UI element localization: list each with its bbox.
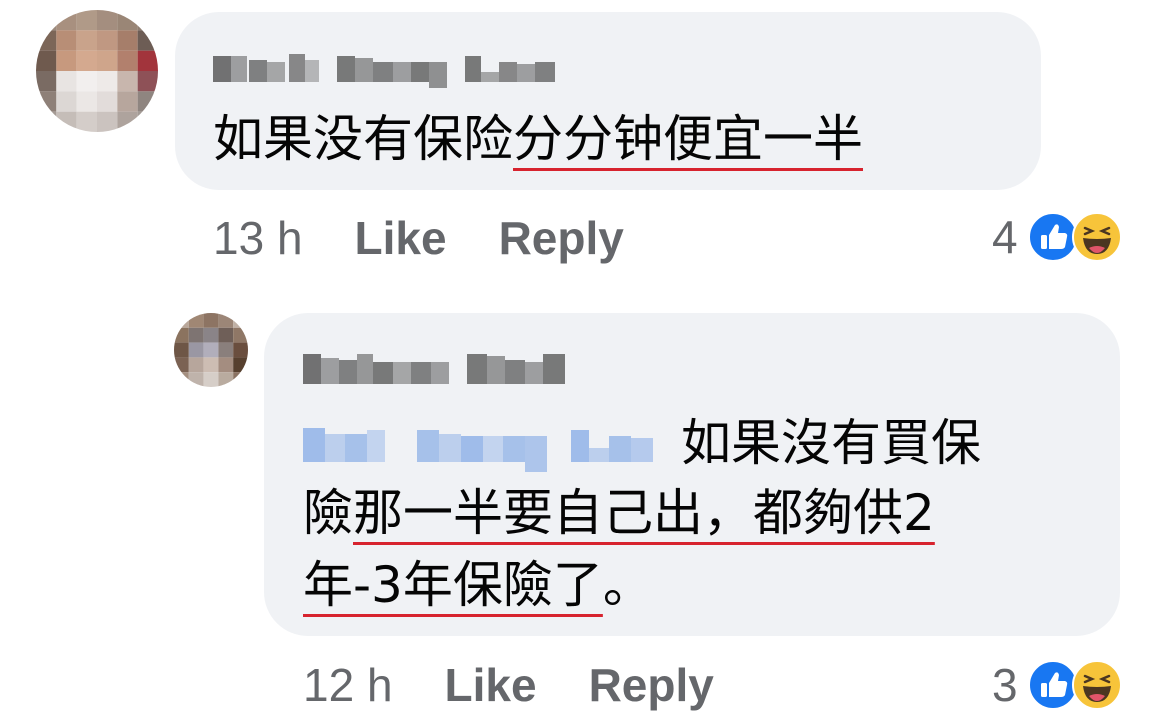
- reply-text-line-3: 年-3年保險了。: [303, 550, 653, 620]
- reply-text-line-2-underlined: 那一半要自己出，都夠供2: [353, 484, 935, 542]
- like-icon: [1027, 660, 1078, 710]
- comment-actions: 13 h Like Reply: [213, 211, 624, 265]
- reply-timestamp[interactable]: 12 h: [303, 659, 393, 711]
- reply-button[interactable]: Reply: [499, 212, 624, 264]
- reply-author-name-pixelated[interactable]: [303, 348, 571, 390]
- reply-text-line-2: 險那一半要自己出，都夠供2: [303, 478, 935, 548]
- reply-text-line-1-text: 如果沒有買保: [681, 414, 981, 472]
- like-icon: [1027, 212, 1078, 262]
- reply-like-button[interactable]: Like: [445, 659, 537, 711]
- replier-avatar[interactable]: [174, 313, 248, 387]
- reply-text-line-2-plain: 險: [303, 484, 353, 542]
- comment-text-plain: 如果没有保险: [213, 110, 513, 168]
- haha-icon: [1071, 660, 1122, 710]
- reaction-summary[interactable]: 4: [992, 210, 1122, 264]
- reply-text-line-1: 如果沒有買保: [303, 408, 981, 478]
- mention-pixelated[interactable]: [303, 422, 667, 472]
- reply-text-line-3-underlined: 年-3年保險了: [303, 556, 603, 614]
- reply-text-line-3-plain: 。: [602, 556, 653, 614]
- reply-reaction-count: 3: [992, 659, 1018, 711]
- like-button[interactable]: Like: [355, 212, 447, 264]
- comment-timestamp[interactable]: 13 h: [213, 212, 303, 264]
- reply-reaction-summary[interactable]: 3: [992, 658, 1122, 712]
- reply-reply-button[interactable]: Reply: [589, 659, 714, 711]
- commenter-avatar[interactable]: [36, 10, 158, 132]
- haha-icon: [1071, 212, 1122, 262]
- reaction-count: 4: [992, 211, 1018, 263]
- comment-text-underlined: 分分钟便宜一半: [513, 110, 863, 168]
- reply-actions: 12 h Like Reply: [303, 658, 714, 712]
- comment-text: 如果没有保险分分钟便宜一半: [213, 104, 863, 174]
- comment-author-name-pixelated[interactable]: [213, 50, 558, 88]
